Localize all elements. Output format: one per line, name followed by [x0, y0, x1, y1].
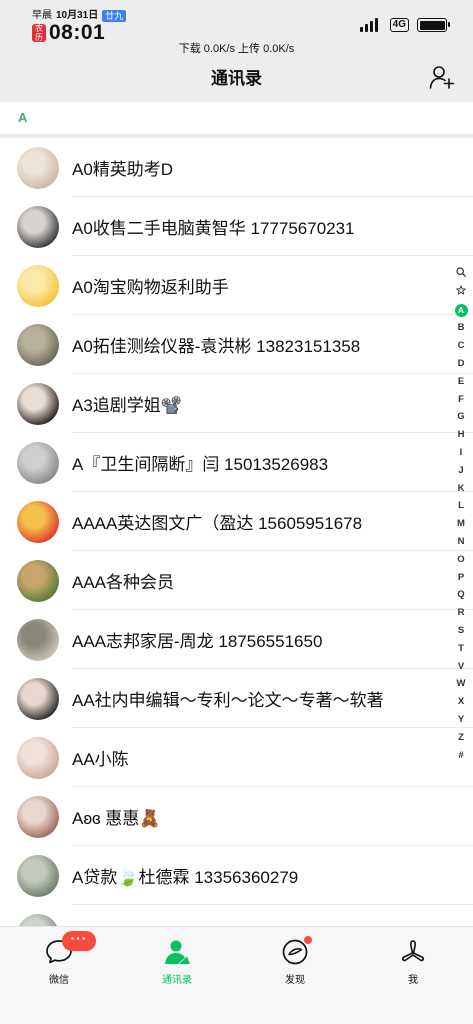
- contact-name: A0收售二手电脑黄智华 17775670231: [72, 219, 355, 238]
- contact-avatar: [17, 677, 59, 720]
- section-header: A: [0, 102, 473, 135]
- index-letter[interactable]: H: [454, 426, 468, 444]
- tab-label: 通讯录: [162, 975, 192, 986]
- contact-name: A0拓佳测绘仪器-袁洪彬 13823151358: [72, 337, 361, 356]
- index-letter[interactable]: T: [454, 640, 468, 658]
- contact-avatar: [17, 146, 59, 189]
- contact-name: Aʚɞ 惠惠🧸: [72, 809, 161, 828]
- contact-row[interactable]: AAA各种会员: [0, 551, 473, 610]
- contact-avatar: [17, 382, 59, 425]
- contact-avatar: [17, 500, 59, 543]
- contact-name: A0精英助考D: [72, 160, 174, 179]
- index-letter[interactable]: R: [454, 604, 468, 622]
- index-letter[interactable]: S: [454, 622, 468, 640]
- index-letter[interactable]: G: [454, 408, 468, 426]
- tab-me[interactable]: 我: [373, 937, 453, 986]
- index-letter[interactable]: N: [454, 533, 468, 551]
- tab-label: 微信: [49, 975, 69, 986]
- index-letter[interactable]: Y: [454, 711, 468, 729]
- status-left: 早晨 10月31日 廿九 农历 08:01: [32, 9, 127, 44]
- contact-name: AAAA英达图文广（盈达 15605951678: [72, 514, 363, 533]
- contact-avatar: [17, 441, 59, 484]
- index-letter[interactable]: L: [454, 497, 468, 515]
- network-speed: 下载 0.0K/s 上传 0.0K/s: [178, 43, 295, 55]
- contact-row[interactable]: AAAA英达图文广（盈达 15605951678: [0, 492, 473, 551]
- index-letter[interactable]: J: [454, 462, 468, 480]
- contact-row[interactable]: A『卫生间隔断』闫 15013526983: [0, 433, 473, 492]
- tab-label: 我: [408, 975, 418, 986]
- tab-bar: 微信 ··· 通讯录 发现 我: [0, 926, 473, 1024]
- contact-avatar: [17, 795, 59, 838]
- contact-row[interactable]: A0收售二手电脑黄智华 17775670231: [0, 197, 473, 256]
- battery-icon: [417, 18, 450, 32]
- wechat-contacts-screen: 早晨 10月31日 廿九 农历 08:01 下载 0.0K/s 上传 0.0K/…: [0, 0, 473, 1024]
- contact-row[interactable]: A3追剧学姐📽️: [0, 374, 473, 433]
- contact-name: A3追剧学姐📽️: [72, 396, 182, 415]
- contact-row[interactable]: A贷款🍃杜德霖 13356360279: [0, 846, 473, 905]
- lunar-date-badge: 廿九: [102, 9, 127, 22]
- me-icon: [398, 937, 428, 967]
- contact-avatar: [17, 854, 59, 897]
- index-letter[interactable]: B: [454, 319, 468, 337]
- signal-icon: [359, 18, 380, 32]
- contact-avatar: [17, 323, 59, 366]
- contact-row[interactable]: A0拓佳测绘仪器-袁洪彬 13823151358: [0, 315, 473, 374]
- contact-row[interactable]: AAA志邦家居-周龙 18756551650: [0, 610, 473, 669]
- contact-row[interactable]: AA社内申编辑～专利～论文～专著～软著: [0, 669, 473, 728]
- contact-avatar: [17, 736, 59, 779]
- contact-row[interactable]: A0精英助考D: [0, 138, 473, 197]
- index-letter[interactable]: E: [454, 373, 468, 391]
- contact-name: A0淘宝购物返利助手: [72, 278, 229, 297]
- contact-avatar: [17, 264, 59, 307]
- section-letter: A: [18, 110, 28, 125]
- index-letter[interactable]: A: [454, 303, 468, 317]
- index-letter[interactable]: V: [454, 658, 468, 676]
- index-star-icon[interactable]: [454, 284, 468, 302]
- contact-avatar: [17, 205, 59, 248]
- index-letter[interactable]: K: [454, 480, 468, 498]
- contact-list: A0精英助考D A0收售二手电脑黄智华 17775670231 A0淘宝购物返利助手…: [0, 138, 473, 964]
- index-letter[interactable]: Z: [454, 729, 468, 747]
- discover-red-dot: [304, 936, 312, 944]
- index-letter[interactable]: I: [454, 444, 468, 462]
- contact-name: AA小陈: [72, 750, 129, 769]
- compass-icon: [280, 936, 312, 967]
- contacts-icon: [162, 937, 192, 967]
- index-letter[interactable]: O: [454, 551, 468, 569]
- status-right: 4G: [359, 18, 450, 32]
- network-type-badge: 4G: [389, 18, 409, 32]
- contact-avatar: [17, 559, 59, 602]
- tab-discover[interactable]: 发现: [255, 936, 335, 986]
- contact-row[interactable]: AA小陈: [0, 728, 473, 787]
- index-letter[interactable]: Q: [454, 586, 468, 604]
- contact-name: AAA各种会员: [72, 573, 175, 592]
- contact-name: A『卫生间隔断』闫 15013526983: [72, 455, 329, 474]
- index-letter[interactable]: D: [454, 355, 468, 373]
- index-letter[interactable]: W: [454, 675, 468, 693]
- contact-avatar: [17, 618, 59, 661]
- contact-name: A贷款🍃杜德霖 13356360279: [72, 868, 299, 887]
- page-title: 通讯录: [211, 69, 262, 88]
- tab-contacts[interactable]: 通讯录: [137, 937, 217, 986]
- contact-row[interactable]: Aʚɞ 惠惠🧸: [0, 787, 473, 846]
- alphabet-index[interactable]: A B C D E F G H I J K L M N O P Q R S T V W X Y Z #: [454, 266, 468, 764]
- index-letter[interactable]: X: [454, 693, 468, 711]
- index-search-icon[interactable]: [454, 266, 468, 284]
- contact-name: AAA志邦家居-周龙 18756551650: [72, 632, 323, 651]
- index-letter[interactable]: M: [454, 515, 468, 533]
- index-letter[interactable]: F: [454, 391, 468, 409]
- tab-label: 发现: [285, 975, 305, 986]
- index-letter[interactable]: P: [454, 569, 468, 587]
- status-bar: 早晨 10月31日 廿九 农历 08:01 下载 0.0K/s 上传 0.0K/…: [0, 0, 473, 55]
- add-friend-icon[interactable]: [429, 64, 455, 90]
- unread-badge: ···: [62, 931, 96, 951]
- contact-row[interactable]: A0淘宝购物返利助手: [0, 256, 473, 315]
- index-letter[interactable]: C: [454, 337, 468, 355]
- contact-name: AA社内申编辑～专利～论文～专著～软著: [72, 691, 384, 710]
- index-letter[interactable]: #: [454, 747, 468, 765]
